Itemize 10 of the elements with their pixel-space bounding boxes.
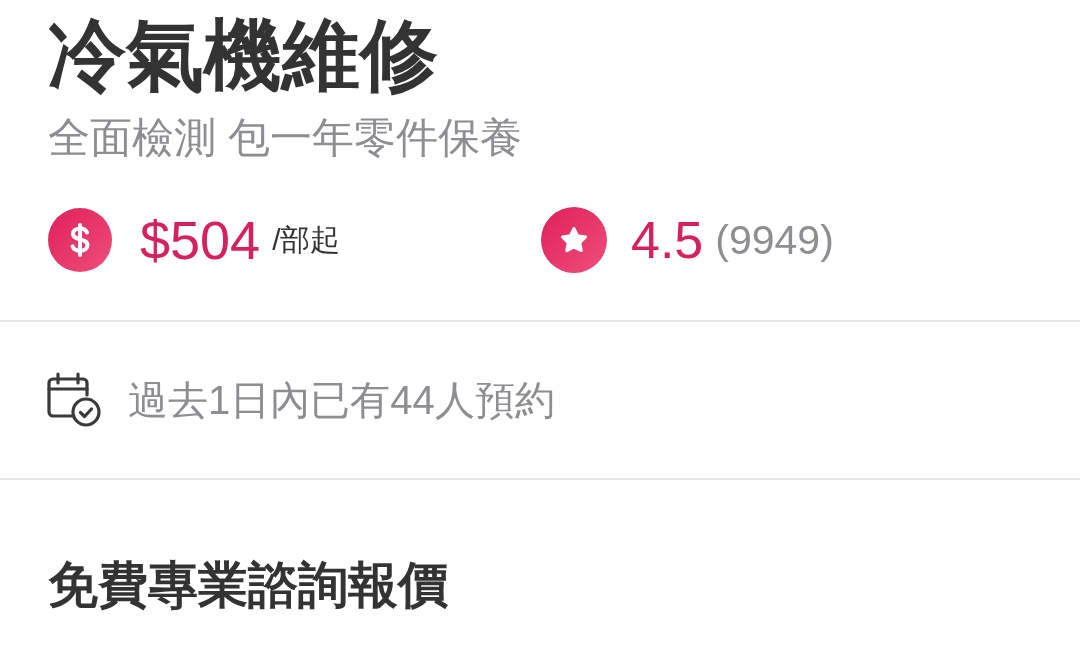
service-subtitle: 全面檢測 包一年零件保養 [48, 117, 523, 159]
price-unit: /部起 [272, 225, 341, 255]
rating-count: (9949) [715, 219, 834, 261]
booking-count-text: 過去1日內已有44人預約 [128, 380, 555, 420]
rating-score: 4.5 [631, 214, 704, 266]
section-heading: 免費專業諮詢報價 [47, 560, 449, 610]
page-title: 冷氣機維修 [48, 16, 439, 94]
dollar-icon [48, 208, 112, 272]
calendar-check-icon [46, 372, 102, 428]
price-amount: $504 [140, 213, 261, 267]
